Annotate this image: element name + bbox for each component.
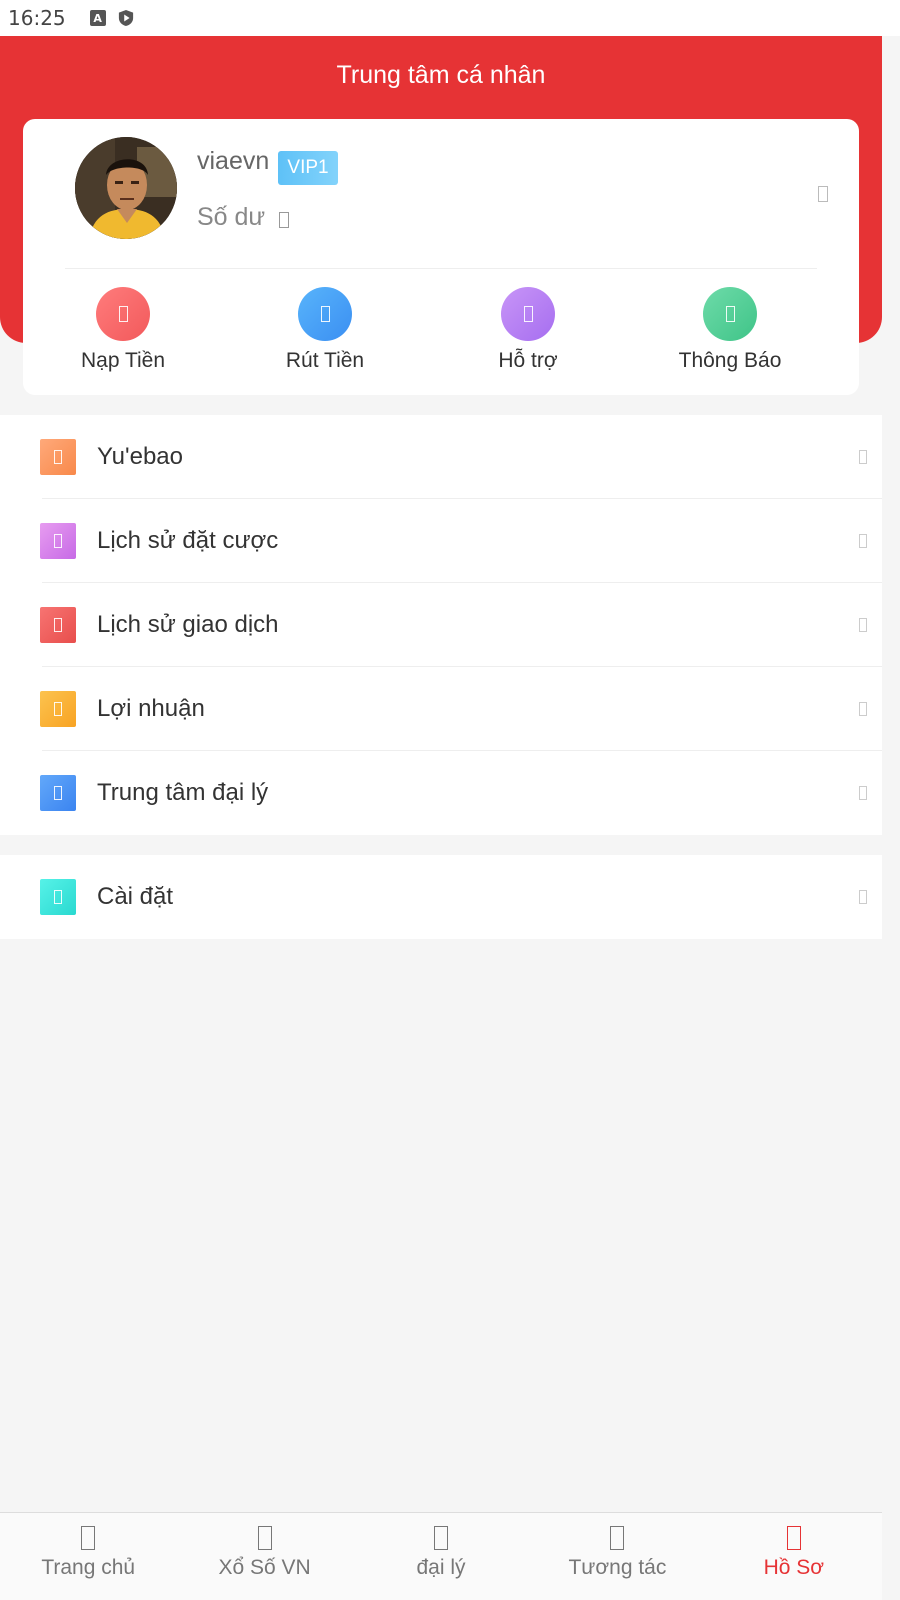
withdraw-icon	[298, 287, 352, 341]
keyboard-a-icon: A	[89, 10, 106, 26]
deposit-button[interactable]: Nạp Tiền	[48, 287, 198, 383]
tab-profile[interactable]: Hồ Sơ	[706, 1513, 882, 1600]
support-button[interactable]: Hỗ trợ	[453, 287, 603, 383]
tab-interact[interactable]: Tương tác	[529, 1513, 705, 1600]
profit-icon	[40, 691, 76, 727]
balance-refresh-icon[interactable]	[279, 212, 289, 228]
avatar[interactable]	[75, 137, 177, 239]
tab-lottery[interactable]: Xổ Số VN	[176, 1513, 352, 1600]
notification-label: Thông Báo	[678, 349, 782, 372]
tab-home[interactable]: Trang chủ	[0, 1513, 176, 1600]
vip-badge: VIP1	[278, 151, 338, 185]
status-bar: 16:25 A	[0, 0, 900, 36]
status-time: 16:25	[8, 6, 66, 30]
withdraw-label: Rút Tiền	[285, 349, 365, 372]
notification-button[interactable]: Thông Báo	[655, 287, 805, 383]
chevron-right-icon	[859, 534, 867, 548]
divider	[65, 268, 817, 269]
menu-item-yuebao[interactable]: Yu'ebao	[0, 415, 882, 499]
support-icon	[501, 287, 555, 341]
page-title: Trung tâm cá nhân	[336, 60, 546, 89]
yuebao-icon	[40, 439, 76, 475]
menu-item-transaction-history[interactable]: Lịch sử giao dịch	[0, 583, 882, 667]
chevron-right-icon[interactable]	[818, 186, 828, 202]
support-label: Hỗ trợ	[498, 349, 558, 372]
home-icon	[81, 1526, 96, 1550]
menu-item-label: Lịch sử giao dịch	[97, 611, 279, 638]
chevron-right-icon	[859, 702, 867, 716]
chevron-right-icon	[859, 786, 867, 800]
menu-item-label: Lịch sử đặt cược	[97, 527, 279, 554]
lottery-icon	[257, 1526, 272, 1550]
agent-center-icon	[40, 775, 76, 811]
tab-label: Tương tác	[568, 1556, 667, 1579]
menu-item-bet-history[interactable]: Lịch sử đặt cược	[0, 499, 882, 583]
menu-item-agent-center[interactable]: Trung tâm đại lý	[0, 751, 882, 835]
menu-item-label: Yu'ebao	[97, 443, 184, 470]
bottom-tab-bar: Trang chủ Xổ Số VN đại lý Tương tác Hồ S…	[0, 1512, 882, 1600]
chevron-right-icon	[859, 890, 867, 904]
balance-label: Số dư	[197, 203, 266, 231]
tab-label: đại lý	[416, 1556, 466, 1579]
transaction-history-icon	[40, 607, 76, 643]
menu-item-profit[interactable]: Lợi nhuận	[0, 667, 882, 751]
deposit-icon	[96, 287, 150, 341]
chevron-right-icon	[859, 618, 867, 632]
notification-icon	[703, 287, 757, 341]
menu-item-label: Trung tâm đại lý	[97, 779, 269, 806]
tab-label: Hồ Sơ	[763, 1556, 825, 1579]
profile-card[interactable]: viaevn VIP1 Số dư Nạp Tiền Rút Tiền Hỗ t…	[23, 119, 859, 395]
menu-item-settings[interactable]: Cài đặt	[0, 855, 882, 939]
deposit-label: Nạp Tiền	[80, 349, 166, 372]
menu-list: Yu'ebao Lịch sử đặt cược Lịch sử giao dị…	[0, 415, 882, 835]
settings-icon	[40, 879, 76, 915]
username: viaevn	[197, 147, 270, 175]
tab-label: Trang chủ	[41, 1556, 136, 1579]
menu-item-label: Cài đặt	[97, 883, 174, 910]
bet-history-icon	[40, 523, 76, 559]
settings-group: Cài đặt	[0, 855, 882, 939]
menu-item-label: Lợi nhuận	[97, 695, 205, 722]
agent-icon	[434, 1526, 449, 1550]
chevron-right-icon	[859, 450, 867, 464]
tab-agent[interactable]: đại lý	[353, 1513, 529, 1600]
withdraw-button[interactable]: Rút Tiền	[250, 287, 400, 383]
profile-icon	[786, 1526, 801, 1550]
interact-icon	[610, 1526, 625, 1550]
shield-play-icon	[118, 10, 134, 26]
tab-label: Xổ Số VN	[218, 1556, 311, 1579]
